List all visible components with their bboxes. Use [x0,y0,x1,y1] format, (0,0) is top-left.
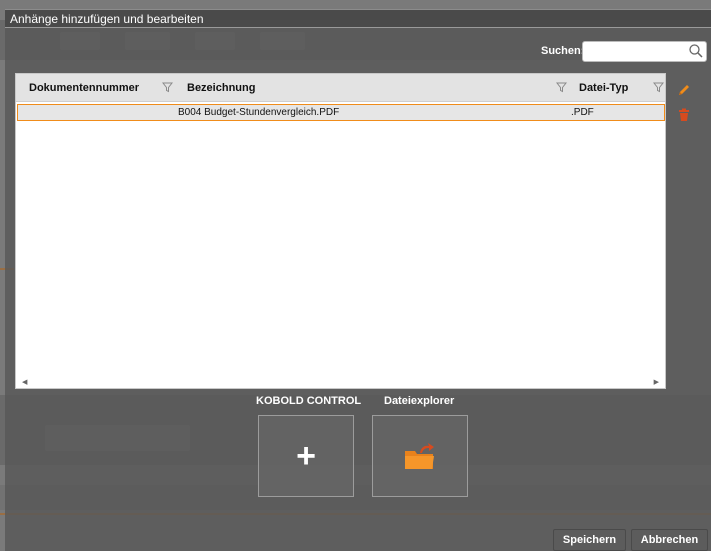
search-icon[interactable] [688,43,704,59]
kobold-control-add-button[interactable]: + [258,415,354,497]
attachments-dialog: Anhänge hinzufügen und bearbeiten Suchen… [5,9,711,551]
cell-datei-typ: .PDF [571,107,594,118]
search-box[interactable] [582,41,707,62]
dateiexplorer-label: Dateiexplorer [384,395,455,407]
search-input[interactable] [583,42,683,62]
cancel-button[interactable]: Abbrechen [631,529,708,551]
scroll-left-arrow[interactable]: ◀ [22,378,27,386]
table-header: Dokumentennummer Bezeichnung Datei-Typ [16,74,665,102]
column-header-bezeichnung[interactable]: Bezeichnung [187,82,255,94]
plus-icon: + [296,437,316,475]
column-header-datei-typ[interactable]: Datei-Typ [579,82,628,94]
filter-icon[interactable] [653,82,664,93]
cell-bezeichnung: B004 Budget-Stundenvergleich.PDF [178,107,340,118]
delete-trash-icon[interactable] [676,107,692,123]
column-header-dokumentennummer[interactable]: Dokumentennummer [29,82,139,94]
filter-icon[interactable] [556,82,567,93]
dateiexplorer-button[interactable] [372,415,468,497]
edit-pencil-icon[interactable] [676,82,692,98]
filter-icon[interactable] [162,82,173,93]
dialog-titlebar: Anhänge hinzufügen und bearbeiten [5,10,711,28]
kobold-control-label: KOBOLD CONTROL [256,395,362,407]
folder-open-icon [405,443,434,469]
search-label: Suchen: [541,45,585,57]
scroll-right-arrow[interactable]: ▶ [654,378,659,386]
attachments-table: Dokumentennummer Bezeichnung Datei-Typ B… [15,73,666,389]
save-button[interactable]: Speichern [553,529,626,551]
dialog-title: Anhänge hinzufügen und bearbeiten [10,12,204,26]
table-row[interactable]: B004 Budget-Stundenvergleich.PDF .PDF [17,104,665,121]
